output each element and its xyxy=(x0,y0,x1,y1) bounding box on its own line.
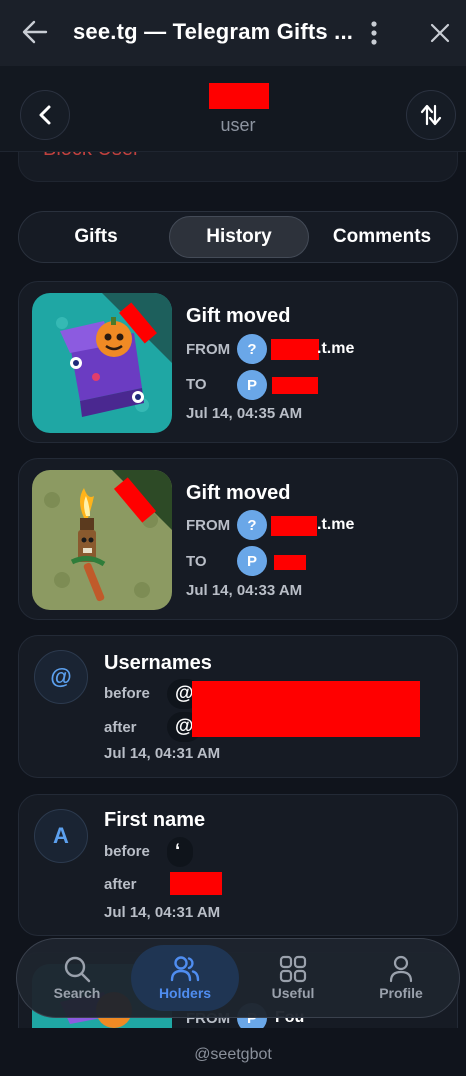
from-username[interactable]: .t.me xyxy=(317,340,354,358)
redacted-name xyxy=(209,83,269,109)
after-label: after xyxy=(104,719,137,736)
history-item[interactable]: Gift moved FROM ? .t.me TO P Jul 14, 04:… xyxy=(18,458,458,620)
header-subtitle: user xyxy=(220,115,256,135)
item-title: First name xyxy=(104,809,206,831)
users-icon xyxy=(170,956,200,982)
search-icon xyxy=(64,956,91,983)
bottom-navigation: Search Holders Useful Profile xyxy=(16,938,460,1018)
after-text: @ xyxy=(175,716,194,737)
username-change-avatar: @ xyxy=(34,650,88,704)
from-avatar[interactable]: ? xyxy=(237,510,267,540)
jack-in-the-box-gift-icon xyxy=(32,293,172,433)
item-title: Gift moved xyxy=(186,305,291,327)
person-icon xyxy=(389,955,413,983)
more-vertical-icon[interactable] xyxy=(362,20,386,46)
to-label: TO xyxy=(186,376,207,393)
to-avatar[interactable]: P xyxy=(237,370,267,400)
history-item[interactable]: A First name before ‘ after Jul 14, 04:3… xyxy=(18,794,458,936)
redaction xyxy=(274,555,306,570)
nav-label: Holders xyxy=(158,985,212,1001)
tab-gifts[interactable]: Gifts xyxy=(23,216,169,258)
profile-header: user xyxy=(0,66,466,152)
to-label: TO xyxy=(186,553,207,570)
before-text: @ xyxy=(175,683,194,704)
history-item[interactable]: Gift moved FROM ? .t.me TO P Jul 14, 04:… xyxy=(18,281,458,443)
gift-thumbnail xyxy=(32,470,172,610)
item-title: Gift moved xyxy=(186,482,291,504)
nav-profile[interactable]: Profile xyxy=(347,945,455,1011)
bot-handle[interactable]: @seetgbot xyxy=(0,1046,466,1064)
tab-bar: Gifts History Comments xyxy=(18,211,458,263)
after-label: after xyxy=(104,876,137,893)
before-label: before xyxy=(104,843,150,860)
app-title: see.tg — Telegram Gifts ... xyxy=(73,19,354,44)
nav-label: Search xyxy=(53,985,101,1001)
block-user-label: Block User xyxy=(43,152,140,161)
back-arrow-icon[interactable] xyxy=(22,18,48,46)
before-text: ‘ xyxy=(175,841,181,862)
item-date: Jul 14, 04:31 AM xyxy=(104,904,221,921)
from-label: FROM xyxy=(186,341,231,358)
item-date: Jul 14, 04:31 AM xyxy=(104,745,221,762)
block-user-card[interactable]: Block User xyxy=(18,152,458,182)
close-icon[interactable] xyxy=(428,21,452,45)
nav-label: Useful xyxy=(271,985,315,1001)
redaction xyxy=(192,681,420,737)
app-bar: see.tg — Telegram Gifts ... xyxy=(0,0,466,66)
tab-history[interactable]: History xyxy=(169,216,309,258)
redaction xyxy=(271,339,319,360)
before-label: before xyxy=(104,685,150,702)
nav-label: Profile xyxy=(379,985,423,1001)
redaction xyxy=(272,377,318,394)
first-name-avatar: A xyxy=(34,809,88,863)
redaction xyxy=(170,872,222,895)
from-label: FROM xyxy=(186,517,231,534)
nav-search[interactable]: Search xyxy=(23,945,131,1011)
nav-holders[interactable]: Holders xyxy=(131,945,239,1011)
grid-icon xyxy=(279,955,307,983)
tiki-torch-gift-icon xyxy=(32,470,172,610)
item-date: Jul 14, 04:33 AM xyxy=(186,582,303,599)
gift-thumbnail xyxy=(32,293,172,433)
redaction xyxy=(271,516,317,536)
item-date: Jul 14, 04:35 AM xyxy=(186,405,303,422)
from-avatar[interactable]: ? xyxy=(237,334,267,364)
swap-vertical-icon xyxy=(420,104,442,126)
from-username[interactable]: .t.me xyxy=(317,516,354,534)
before-value: ‘ xyxy=(167,837,193,867)
history-item[interactable]: @ Usernames before @ after @ Jul 14, 04:… xyxy=(18,635,458,778)
to-avatar[interactable]: P xyxy=(237,546,267,576)
nav-useful[interactable]: Useful xyxy=(239,945,347,1011)
tab-comments[interactable]: Comments xyxy=(309,216,455,258)
sort-button[interactable] xyxy=(406,90,456,140)
item-title: Usernames xyxy=(104,652,212,674)
